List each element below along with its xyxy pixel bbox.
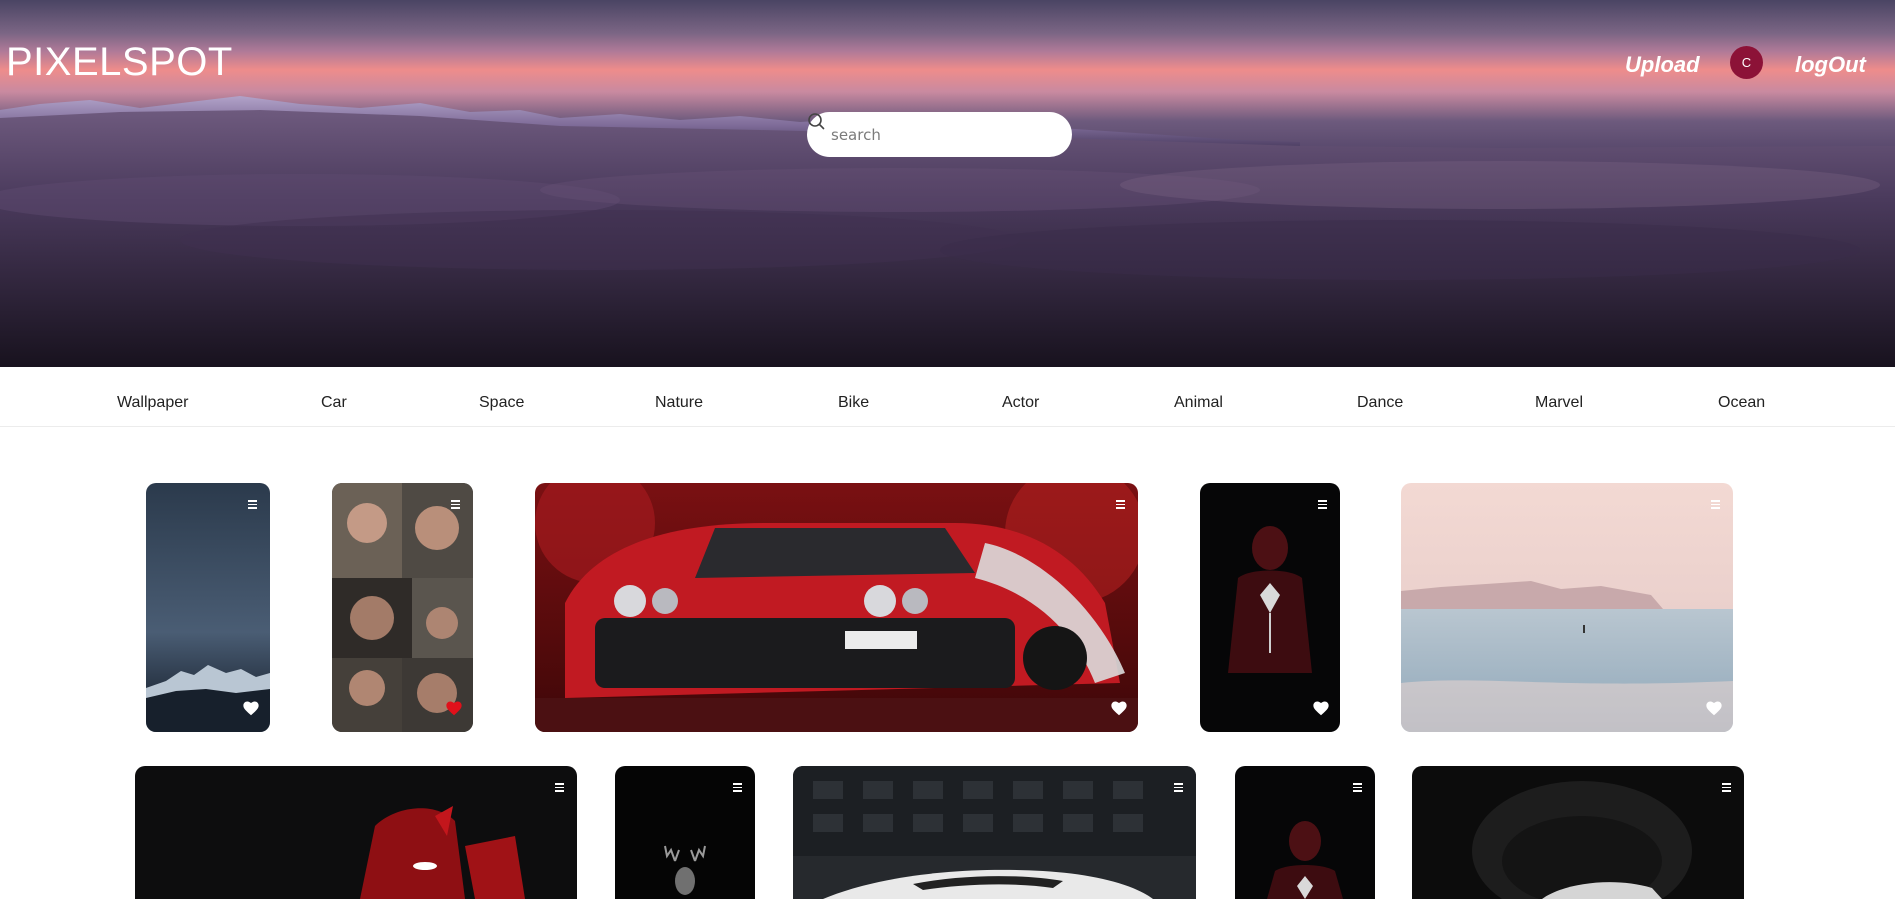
wallpaper-image [1412, 766, 1744, 899]
card-menu-icon[interactable] [1351, 783, 1363, 793]
category-animal[interactable]: Animal [1174, 394, 1223, 412]
wallpaper-card-tunnel-car[interactable] [1412, 766, 1744, 899]
wallpaper-card-spiderman-2[interactable] [1235, 766, 1375, 899]
wallpaper-image [135, 766, 577, 899]
category-marvel[interactable]: Marvel [1535, 394, 1583, 412]
card-menu-icon[interactable] [449, 500, 461, 510]
search-icon [808, 113, 825, 130]
app-logo[interactable]: PIXELSPOT [6, 40, 233, 85]
category-nature[interactable]: Nature [655, 394, 703, 412]
wallpaper-card-deadpool[interactable] [135, 766, 577, 899]
hero-banner: PIXELSPOT Upload C logOut [0, 0, 1895, 367]
card-menu-icon[interactable] [1709, 500, 1721, 510]
heart-icon[interactable] [242, 700, 260, 716]
wallpaper-card-spiderman[interactable] [1200, 483, 1340, 732]
wallpaper-image [1200, 483, 1340, 732]
category-nav: Wallpaper Car Space Nature Bike Actor An… [0, 367, 1895, 427]
heart-icon[interactable] [1312, 700, 1330, 716]
wallpaper-card-ocean[interactable] [1401, 483, 1733, 732]
card-menu-icon[interactable] [553, 783, 565, 793]
category-ocean[interactable]: Ocean [1718, 394, 1765, 412]
wallpaper-card-stag[interactable] [615, 766, 755, 899]
card-menu-icon[interactable] [731, 783, 743, 793]
wallpaper-image [1401, 483, 1733, 732]
wallpaper-card-actor-collage[interactable] [332, 483, 473, 732]
wallpaper-card-white-car[interactable] [793, 766, 1196, 899]
card-menu-icon[interactable] [246, 500, 258, 510]
wallpaper-image [535, 483, 1138, 732]
category-actor[interactable]: Actor [1002, 394, 1039, 412]
category-bike[interactable]: Bike [838, 394, 869, 412]
wallpaper-image [793, 766, 1196, 899]
upload-link[interactable]: Upload [1625, 52, 1700, 78]
heart-icon[interactable] [1705, 700, 1723, 716]
search-bar[interactable] [807, 112, 1072, 157]
category-car[interactable]: Car [321, 394, 347, 412]
wallpaper-card-red-car[interactable] [535, 483, 1138, 732]
wallpaper-image [146, 483, 270, 732]
search-input[interactable] [831, 125, 1021, 144]
card-menu-icon[interactable] [1172, 783, 1184, 793]
card-menu-icon[interactable] [1720, 783, 1732, 793]
avatar[interactable]: C [1730, 46, 1763, 79]
logout-link[interactable]: logOut [1795, 52, 1866, 78]
heart-icon[interactable] [445, 700, 463, 716]
card-menu-icon[interactable] [1316, 500, 1328, 510]
heart-icon[interactable] [1110, 700, 1128, 716]
category-wallpaper[interactable]: Wallpaper [117, 394, 188, 412]
category-space[interactable]: Space [479, 394, 524, 412]
wallpaper-card-mountains[interactable] [146, 483, 270, 732]
hero-landscape [0, 96, 1895, 367]
category-dance[interactable]: Dance [1357, 394, 1403, 412]
card-menu-icon[interactable] [1114, 500, 1126, 510]
wallpaper-image [332, 483, 473, 732]
